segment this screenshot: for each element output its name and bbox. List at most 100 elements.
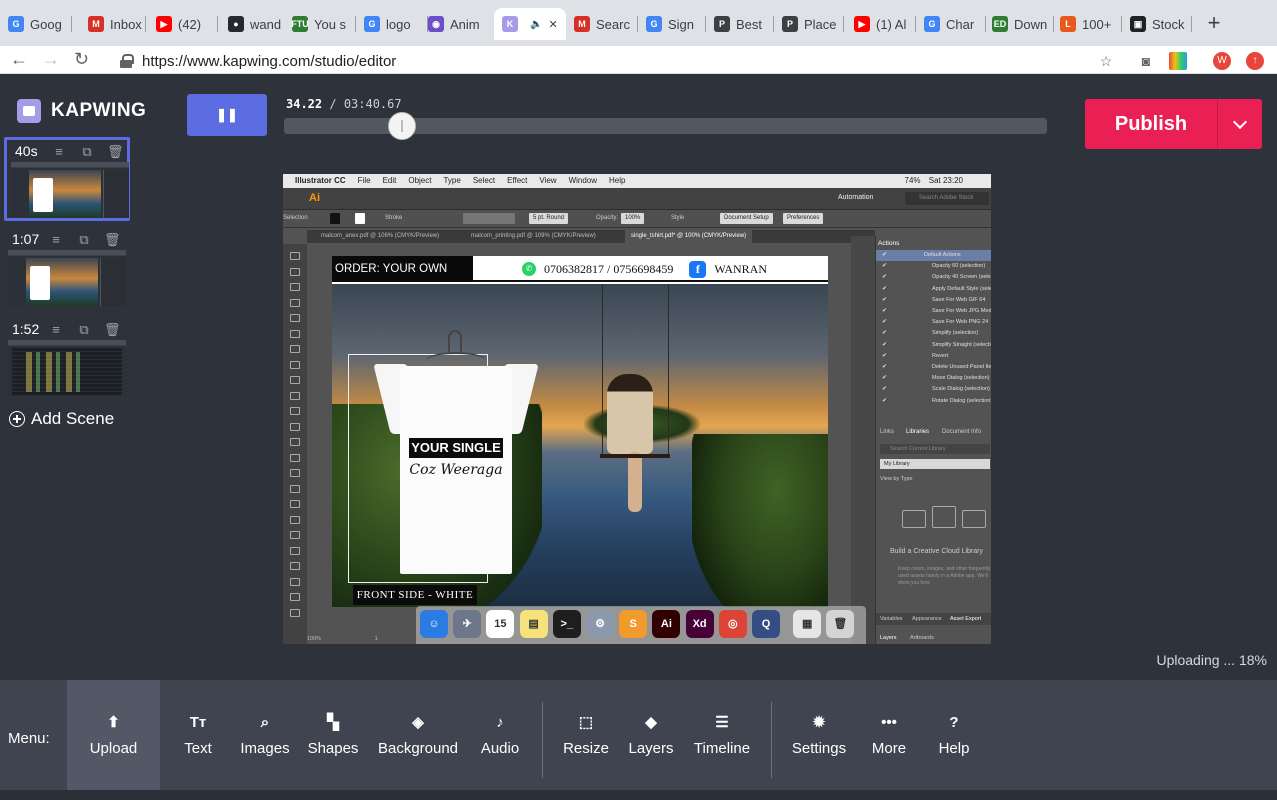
seek-handle[interactable] [388,112,417,140]
browser-tab[interactable]: G Sign [638,8,706,40]
mac-menu-item: Object [408,176,432,185]
camera-icon[interactable]: ◙ [1137,52,1155,70]
browser-tab[interactable]: ▶ (1) Al [846,8,916,40]
action-row: Save For Web GIF 64 [876,295,991,306]
panel-tab: Appearance [912,616,942,622]
tab-title: Place [804,16,837,32]
time-total: 03:40.67 [343,97,402,111]
tab-title: Searc [596,16,630,32]
tool-icon [290,252,300,260]
scene-duration: 40s [15,143,38,159]
action-row: Delete Unused Panel Items [876,362,991,373]
new-tab-button[interactable]: + [1202,12,1226,36]
scene-card[interactable]: 1:52 ≡ ⧉ 🗑 [4,318,130,402]
duplicate-icon[interactable]: ⧉ [76,232,92,248]
favicon-icon: P [782,16,798,32]
browser-tab[interactable]: K 🔈 ✕ [494,8,566,40]
trash-icon[interactable]: 🗑 [107,144,124,160]
browser-tab[interactable]: Glogo [356,8,428,40]
browser-tab[interactable]: G Char [916,8,986,40]
trash-icon[interactable]: 🗑 [104,322,121,338]
update-icon[interactable]: ↑ [1246,52,1264,70]
browser-tab[interactable]: P Place [774,8,844,40]
tab-title: logo [386,16,411,32]
browser-tab[interactable]: G Goog [0,8,72,40]
editor-canvas[interactable]: Illustrator CC File Edit Object Type Select Ef… [283,174,991,644]
action-row: Save For Web PNG 24 [876,317,991,328]
lines-icon[interactable]: ≡ [48,322,64,338]
menu-item-label: Timeline [693,739,751,757]
menu-resize-button[interactable]: ⬚ Resize [560,680,612,790]
lines-icon[interactable]: ≡ [48,232,64,248]
artboard: ORDER: YOUR OWN TOO! ✆ 0706382817 / 0756… [332,256,828,607]
browser-tab[interactable]: M Searc [566,8,638,40]
favicon-icon: L [1060,16,1076,32]
menu-upload-button[interactable]: ⬆ Upload [67,680,160,790]
reload-icon[interactable]: ↻ [74,49,89,70]
dock-app-icon: ✈ [453,610,482,638]
bookmark-star-icon[interactable]: ☆ [1097,52,1115,70]
lines-icon[interactable]: ≡ [51,144,67,160]
forward-icon[interactable]: → [42,49,60,70]
scene-card[interactable]: 1:07 ≡ ⧉ 🗑 [4,228,130,312]
browser-tab[interactable]: P Best [706,8,774,40]
close-tab-icon[interactable]: ✕ [548,18,557,31]
menu-background-button[interactable]: ◈ Background [373,680,463,790]
stroke-label: Stroke [385,215,403,221]
duplicate-icon[interactable]: ⧉ [79,144,95,160]
publish-button[interactable]: Publish [1085,99,1262,149]
browser-tab[interactable]: FTU You s [284,8,356,40]
menu-divider [542,702,543,778]
add-scene-button[interactable]: Add Scene [9,409,114,429]
menu-layers-button[interactable]: ◆ Layers [624,680,678,790]
kapwing-logo-icon[interactable] [17,99,41,123]
app-name[interactable]: KAPWING [51,100,146,122]
doc-tab-active: single_tshirt.pdf* @ 100% (CMYK/Preview) [625,230,753,243]
tab-title: Goog [30,16,62,32]
library-search: Search Current Library [880,444,990,454]
profile-avatar[interactable]: W [1213,52,1231,70]
tool-icon [290,407,300,415]
browser-tab[interactable]: L 100+ [1052,8,1122,40]
menu-help-button[interactable]: ? Help [928,680,980,790]
duplicate-icon[interactable]: ⧉ [76,322,92,338]
browser-tab[interactable]: ▶ (42) [148,8,218,40]
menu-settings-button[interactable]: ✹ Settings [788,680,850,790]
tab-title: Best [736,16,763,32]
browser-tab[interactable]: ▣ Stock [1122,8,1192,40]
menu-audio-button[interactable]: ♪ Audio [474,680,526,790]
tab-separator [217,16,218,32]
back-icon[interactable]: ← [10,49,28,70]
library-build-text: Build a Creative Cloud Library [890,548,983,555]
action-row: Move Dialog (selection) [876,373,991,384]
mac-menubar: Illustrator CC File Edit Object Type Select Ef… [283,174,991,188]
menu-shapes-button[interactable]: ▚ Shapes [306,680,360,790]
whatsapp-icon: ✆ [522,262,536,276]
menu-more-button[interactable]: ••• More [864,680,914,790]
browser-tab[interactable]: ● wand [220,8,294,40]
image-icon [902,510,926,528]
favicon-icon: ◉ [428,16,444,32]
tool-icon [290,360,300,369]
menu-text-button[interactable]: Tт Text [176,680,220,790]
browser-tab[interactable]: ◉ Anim [420,8,496,40]
pause-button[interactable]: ❚❚ [187,94,267,136]
chevron-down-icon[interactable] [1218,99,1262,149]
scene-card[interactable]: 40s ≡ ⧉ 🗑 [4,137,130,221]
menu-timeline-button[interactable]: ☰ Timeline [688,680,756,790]
lib-tab: Document Info [942,429,982,435]
tool-icon [290,329,300,338]
address-bar[interactable]: https://www.kapwing.com/studio/editor [108,48,1124,74]
scene-thumbnail [8,250,126,306]
browser-tab[interactable]: M Inbox [80,8,146,40]
speaker-icon[interactable]: 🔈 [530,19,542,30]
rock-right [692,434,828,607]
extension-icon[interactable] [1169,52,1187,70]
menu-item-label: Upload [89,739,138,757]
menu-images-button[interactable]: ⌕ Images [238,680,292,790]
trash-icon[interactable]: 🗑 [104,232,121,248]
menu-item-label: Images [240,739,290,757]
document-icon [932,506,956,528]
dock-app-icon: ▤ [519,610,548,638]
browser-tab[interactable]: ED Down [984,8,1054,40]
